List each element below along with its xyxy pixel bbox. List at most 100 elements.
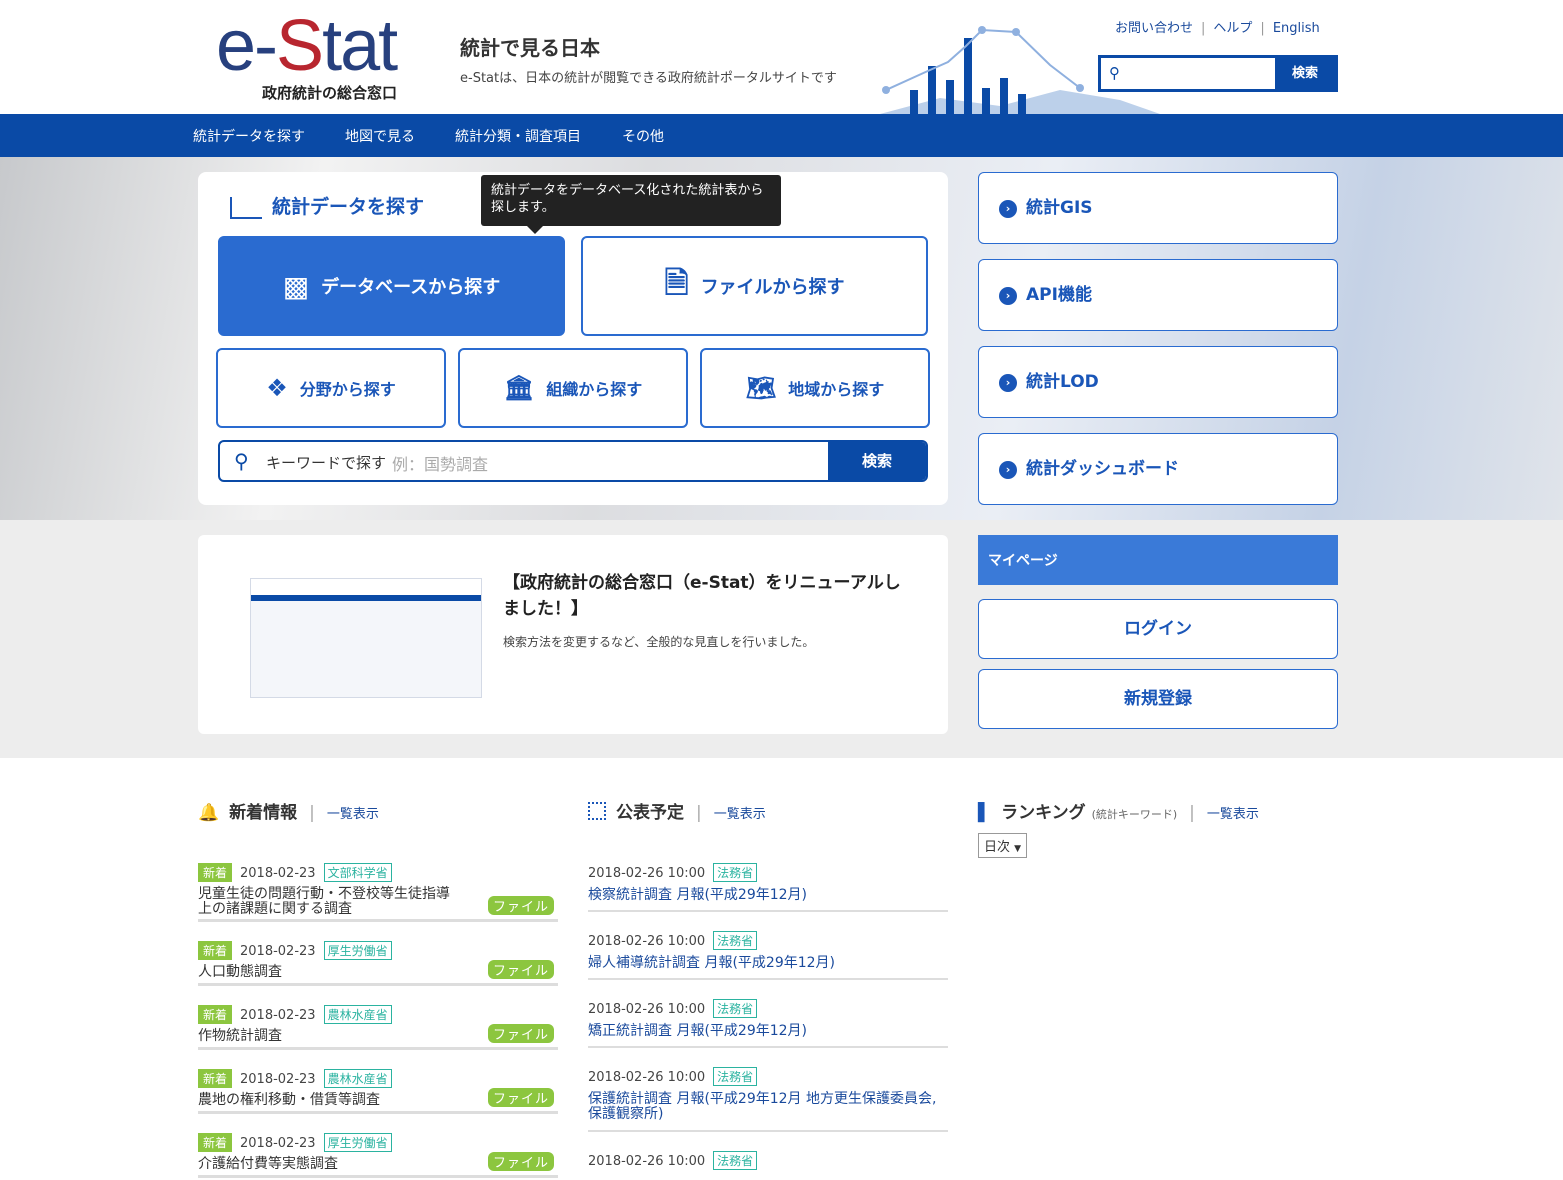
bar-chart-icon: ▌: [978, 803, 992, 823]
field-search-button[interactable]: ❖ 分野から探す: [216, 348, 446, 428]
region-label: 地域から探す: [788, 380, 885, 399]
cubes-icon: ❖: [266, 374, 288, 402]
nav-map[interactable]: 地図で見る: [345, 126, 415, 146]
file-search-button[interactable]: 🗎 ファイルから探す: [581, 236, 928, 336]
org-tag: 法務省: [713, 931, 758, 950]
news-item[interactable]: 新着 2018-02-23 厚生労働省 介護給付費等実態調査 ファイル: [198, 1132, 558, 1178]
item-title[interactable]: 人口動態調査: [198, 965, 458, 980]
keyword-search[interactable]: ⚲ キーワードで探す 例：国勢調査 検索: [218, 440, 928, 482]
item-date: 2018-02-26 10:00: [588, 866, 706, 881]
item-date: 2018-02-23: [240, 1136, 316, 1151]
mypage-header: マイページ: [978, 535, 1338, 585]
ranking-period-select[interactable]: 日次 ▼: [978, 833, 1028, 858]
schedule-item: 2018-02-26 10:00 法務省 矯正統計調査 月報(平成29年12月): [588, 998, 948, 1048]
panel-title-text: 統計データを探す: [272, 196, 425, 218]
news-item[interactable]: 新着 2018-02-23 文部科学省 児童生徒の問題行動・不登校等生徒指導上の諸課…: [198, 862, 558, 922]
side-label: API機能: [1026, 285, 1092, 305]
item-title[interactable]: 作物統計調査: [198, 1029, 458, 1044]
schedule-link[interactable]: 婦人補導統計調査 月報(平成29年12月): [588, 956, 948, 971]
item-title[interactable]: 農地の権利移動・借賃等調査: [198, 1093, 458, 1108]
keyword-input[interactable]: 例：国勢調査: [392, 451, 488, 475]
chevron-right-icon: ›: [999, 287, 1017, 305]
item-date: 2018-02-23: [240, 866, 316, 881]
logo-s: S: [276, 6, 324, 86]
chevron-right-icon: ›: [999, 200, 1017, 218]
new-info-list-link[interactable]: 一覧表示: [327, 807, 379, 822]
news-item[interactable]: 新着 2018-02-23 厚生労働省 人口動態調査 ファイル: [198, 940, 558, 986]
header-search-button[interactable]: 検索: [1275, 58, 1335, 89]
org-tag: 法務省: [713, 999, 758, 1018]
schedule-link[interactable]: 保護統計調査 月報(平成29年12月 地方更生保護委員会,保護観察所): [588, 1092, 948, 1122]
side-link-lod[interactable]: › 統計LOD: [978, 346, 1338, 418]
nav-find-data[interactable]: 統計データを探す: [193, 126, 305, 146]
database-search-button[interactable]: ▩ データベースから探す: [218, 236, 565, 336]
nav-classification[interactable]: 統計分類・調査項目: [455, 126, 581, 146]
item-date: 2018-02-26 10:00: [588, 1002, 706, 1017]
file-tag: ファイル: [487, 896, 554, 915]
schedule-link[interactable]: 検察統計調査 月報(平成29年12月): [588, 888, 948, 903]
region-search-button[interactable]: 🗺 地域から探す: [700, 348, 930, 428]
schedule-list-link[interactable]: 一覧表示: [714, 807, 766, 822]
news-item[interactable]: 新着 2018-02-23 農林水産省 農地の権利移動・借賃等調査 ファイル: [198, 1068, 558, 1114]
file-tag: ファイル: [487, 1024, 554, 1043]
new-badge: 新着: [198, 941, 233, 960]
news-item[interactable]: 新着 2018-02-23 農林水産省 作物統計調査 ファイル: [198, 1004, 558, 1050]
header: e-Stat 政府統計の総合窓口 統計で見る日本 e-Statは、日本の統計が閲…: [0, 0, 1563, 114]
chevron-right-icon: ›: [999, 461, 1017, 479]
item-title[interactable]: 児童生徒の問題行動・不登校等生徒指導上の諸課題に関する調査: [198, 887, 458, 917]
database-icon: ▩: [282, 269, 310, 303]
schedule-item: 2018-02-26 10:00 法務省 検察統計調査 月報(平成29年12月): [588, 862, 948, 912]
nav-other[interactable]: その他: [622, 126, 664, 146]
org-tag: 文部科学省: [323, 863, 392, 882]
item-date: 2018-02-26 10:00: [588, 1154, 706, 1169]
schedule-item: 2018-02-26 10:00 法務省: [588, 1150, 948, 1180]
help-link[interactable]: ヘルプ: [1213, 21, 1252, 36]
schedule-link[interactable]: 矯正統計調査 月報(平成29年12月): [588, 1024, 948, 1039]
side-label: 統計ダッシュボード: [1026, 459, 1179, 479]
database-label: データベースから探す: [321, 277, 501, 298]
item-date: 2018-02-23: [240, 944, 316, 959]
logo[interactable]: e-Stat: [216, 6, 398, 86]
new-badge: 新着: [198, 1005, 233, 1024]
org-tag: 法務省: [713, 863, 758, 882]
org-tag: 厚生労働省: [323, 1133, 392, 1152]
register-button[interactable]: 新規登録: [978, 669, 1338, 729]
logo-subtitle: 政府統計の総合窓口: [262, 84, 398, 102]
schedule-item: 2018-02-26 10:00 法務省 婦人補導統計調査 月報(平成29年12月…: [588, 930, 948, 980]
building-icon: 🏛: [503, 374, 535, 402]
schedule-item: 2018-02-26 10:00 法務省 保護統計調査 月報(平成29年12月 地…: [588, 1066, 948, 1132]
file-label: ファイルから探す: [700, 277, 845, 298]
search-icon: ⚲: [234, 449, 249, 473]
org-tag: 農林水産省: [323, 1005, 392, 1024]
ranking-header: ▌ ランキング (統計キーワード) | 一覧表示: [978, 803, 1259, 823]
new-info-header: 🔔 新着情報 | 一覧表示: [198, 803, 379, 823]
news-title[interactable]: 【政府統計の総合窓口（e-Stat）をリニューアルしました！】: [503, 570, 903, 622]
org-search-button[interactable]: 🏛 組織から探す: [458, 348, 688, 428]
news-text: 検索方法を変更するなど、全般的な見直しを行いました。: [503, 635, 815, 649]
header-search[interactable]: ⚲ 検索: [1098, 55, 1338, 92]
english-link[interactable]: English: [1273, 21, 1320, 36]
logo-tat: tat: [322, 6, 398, 86]
side-link-gis[interactable]: › 統計GIS: [978, 172, 1338, 244]
org-tag: 法務省: [713, 1151, 758, 1170]
side-link-api[interactable]: › API機能: [978, 259, 1338, 331]
contact-link[interactable]: お問い合わせ: [1115, 21, 1193, 36]
new-info-title: 新着情報: [229, 803, 298, 823]
org-tag: 農林水産省: [323, 1069, 392, 1088]
login-button[interactable]: ログイン: [978, 599, 1338, 659]
keyword-search-button[interactable]: 検索: [828, 442, 926, 480]
chevron-down-icon: ▼: [1014, 844, 1022, 854]
file-tag: ファイル: [487, 960, 554, 979]
news-thumbnail: [250, 578, 482, 698]
org-tag: 法務省: [713, 1067, 758, 1086]
side-label: 統計LOD: [1026, 372, 1099, 392]
ranking-period-value: 日次: [984, 840, 1011, 855]
logo-e: e-: [216, 6, 278, 86]
org-tag: 厚生労働省: [323, 941, 392, 960]
side-link-dashboard[interactable]: › 統計ダッシュボード: [978, 433, 1338, 505]
ranking-list-link[interactable]: 一覧表示: [1207, 807, 1259, 822]
ranking-subtitle: (統計キーワード): [1091, 808, 1178, 821]
item-date: 2018-02-23: [240, 1008, 316, 1023]
item-title[interactable]: 介護給付費等実態調査: [198, 1157, 458, 1172]
chevron-right-icon: ›: [999, 374, 1017, 392]
